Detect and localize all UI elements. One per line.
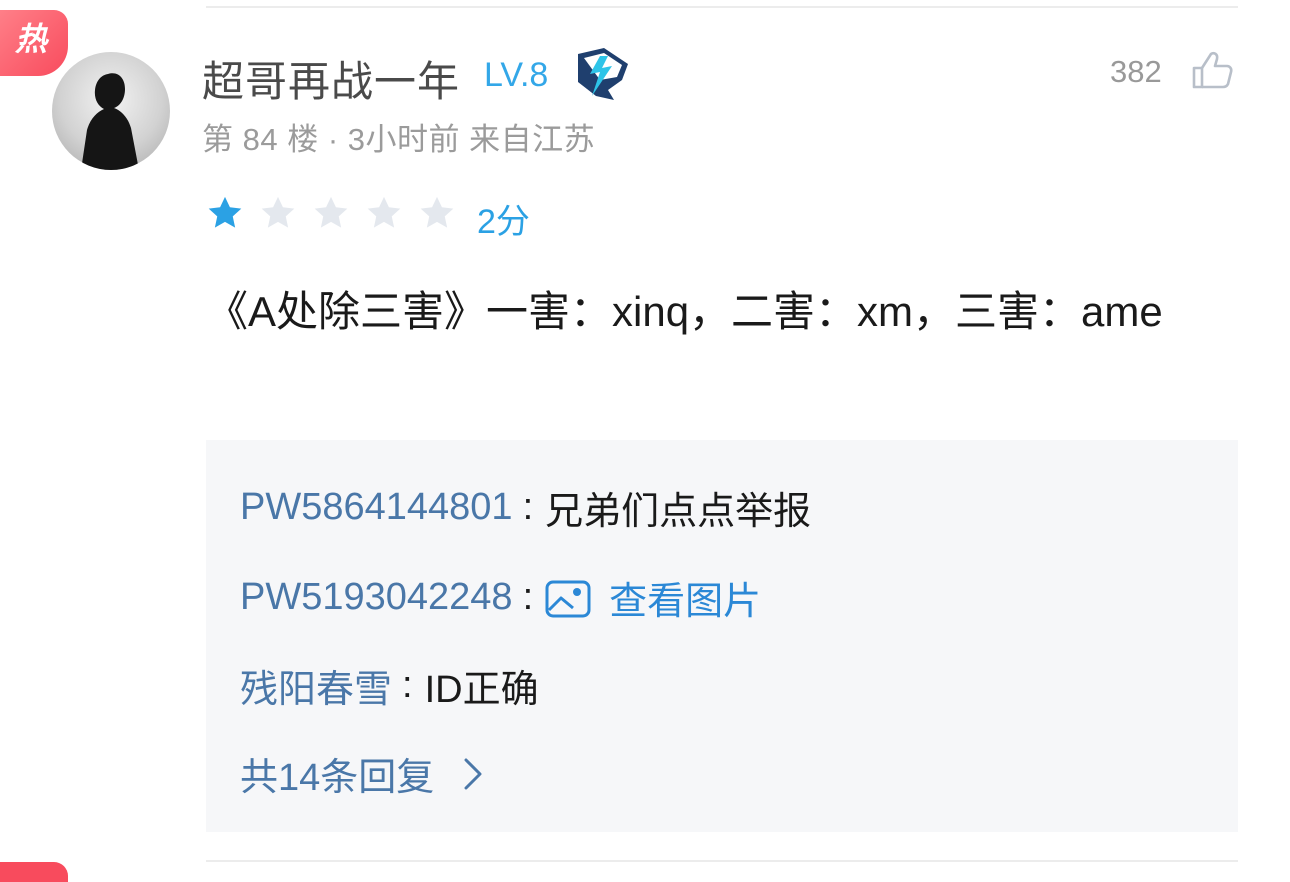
star-empty-icon — [261, 196, 295, 228]
user-level: LV.8 — [484, 56, 549, 94]
hot-badge: 热 — [0, 10, 68, 76]
comment-text: 《A处除三害》一害：xinq，二害：xm，三害：ame — [206, 288, 1163, 335]
username[interactable]: 超哥再战一年 — [202, 48, 460, 109]
more-replies-link[interactable]: 共14条回复 — [240, 746, 484, 801]
like-count[interactable]: 382 — [1110, 54, 1162, 90]
reply-author[interactable]: PW5864144801 — [240, 486, 513, 529]
rating-stars — [206, 194, 456, 234]
image-icon[interactable] — [545, 578, 591, 618]
reply-separator: : — [402, 664, 413, 706]
star-empty-icon — [420, 196, 454, 228]
reply-item[interactable]: PW5864144801 : 兄弟们点点举报 — [240, 480, 811, 535]
reply-author[interactable]: PW5193042248 — [240, 576, 513, 619]
reply-item[interactable]: PW5193042248 : 查看图片 — [240, 570, 761, 625]
reply-text: ID正确 — [424, 669, 539, 711]
star-empty-icon — [314, 196, 348, 228]
chevron-right-icon — [464, 758, 482, 789]
reply-text: 兄弟们点点举报 — [545, 491, 812, 533]
star-filled-icon — [208, 196, 242, 228]
rating-score: 2分 — [477, 203, 530, 241]
more-replies-label: 共14条回复 — [240, 757, 435, 799]
reply-item[interactable]: 残阳春雪 : ID正确 — [240, 658, 539, 713]
reply-separator: : — [522, 486, 534, 528]
reply-separator: : — [522, 576, 534, 618]
medal-icon — [578, 48, 628, 100]
star-empty-icon — [367, 196, 401, 228]
avatar[interactable] — [52, 52, 170, 170]
thumbs-up-icon[interactable] — [1190, 50, 1234, 90]
bottom-divider — [206, 860, 1238, 862]
post-meta: 第 84 楼 · 3小时前 来自江苏 — [202, 122, 596, 157]
view-image-link[interactable]: 查看图片 — [609, 570, 761, 625]
reply-author[interactable]: 残阳春雪 — [240, 658, 392, 713]
next-hot-badge — [0, 862, 68, 882]
top-divider — [206, 6, 1238, 8]
avatar-silhouette — [81, 73, 139, 170]
